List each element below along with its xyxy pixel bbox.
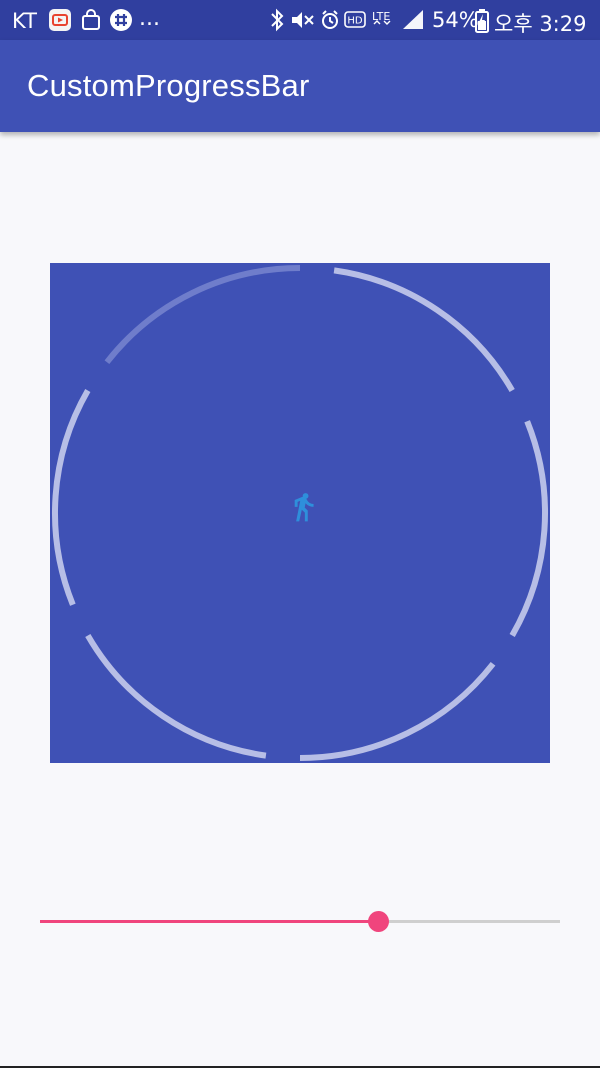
signal-icon bbox=[403, 10, 423, 29]
bluetooth-icon bbox=[271, 8, 284, 32]
progress-segment bbox=[52, 389, 91, 606]
svg-text:HD: HD bbox=[347, 16, 363, 27]
app-title: CustomProgressBar bbox=[27, 68, 310, 103]
carrier-label: KT bbox=[12, 9, 37, 33]
progress-segment bbox=[104, 265, 301, 365]
clock: 오후 3:29 bbox=[494, 12, 587, 36]
progress-seekbar[interactable] bbox=[40, 906, 560, 938]
app-toolbar: CustomProgressBar bbox=[0, 40, 600, 132]
progress-segment bbox=[299, 661, 496, 761]
status-bar: KT ... HD LTE 54% 오후 3:29 bbox=[0, 0, 600, 40]
more-notifications: ... bbox=[139, 6, 160, 31]
tv-app-icon bbox=[49, 9, 71, 31]
progress-segment bbox=[85, 633, 267, 759]
hd-voice-icon: HD bbox=[344, 11, 366, 28]
lte-icon: LTE bbox=[372, 10, 391, 25]
battery-icon bbox=[475, 9, 489, 38]
svg-text:LTE: LTE bbox=[372, 10, 390, 23]
slack-icon bbox=[110, 9, 132, 31]
mute-icon bbox=[292, 12, 314, 28]
alarm-icon bbox=[322, 10, 338, 29]
segmented-progress-ring bbox=[52, 265, 548, 761]
progress-segment bbox=[509, 420, 548, 637]
battery-percent: 54% bbox=[432, 8, 479, 32]
custom-progress-bar bbox=[50, 263, 550, 763]
shopping-bag-icon bbox=[80, 9, 102, 31]
seekbar-thumb[interactable] bbox=[368, 911, 389, 932]
progress-segment bbox=[333, 267, 515, 393]
seekbar-progress-fill bbox=[40, 920, 378, 923]
system-icons: HD LTE bbox=[268, 7, 428, 33]
